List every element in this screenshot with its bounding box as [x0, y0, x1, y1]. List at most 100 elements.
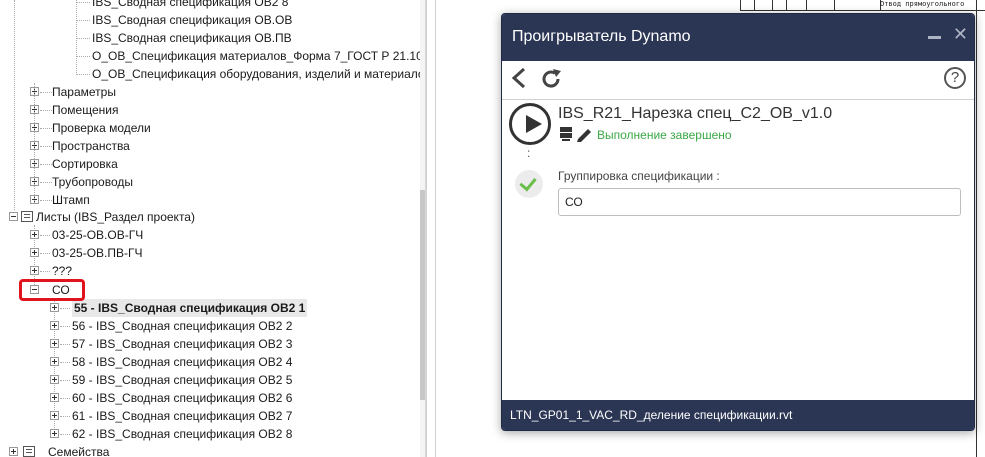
families-root[interactable]: Семейства [0, 443, 418, 457]
tree-guide-line [76, 0, 78, 75]
expand-icon[interactable] [50, 393, 59, 402]
model-file-name: LTN_GP01_1_VAC_RD_деление спецификации.r… [510, 408, 793, 422]
check-icon [515, 170, 543, 198]
expand-icon[interactable] [9, 447, 18, 456]
expand-icon[interactable] [50, 303, 59, 312]
player-title: Проигрыватель Dynamo [512, 28, 691, 45]
expand-icon[interactable] [30, 230, 39, 239]
player-header: Проигрыватель Dynamo ✕ [502, 14, 974, 61]
drawing-line [834, 0, 835, 10]
tree-item-label: 03-25-ОВ.ПВ-ГЧ [52, 246, 143, 260]
minimize-icon[interactable] [928, 36, 941, 39]
tree-item-label: 56 - IBS_Сводная спецификация ОВ2 2 [72, 319, 293, 333]
category-item[interactable]: Проверка модели [0, 119, 418, 137]
expand-icon[interactable] [30, 248, 39, 257]
back-arrow-icon[interactable] [510, 67, 528, 94]
tree-item-label: Семейства [48, 445, 110, 457]
refresh-icon[interactable] [539, 67, 563, 96]
tree-item-label: Пространства [52, 139, 130, 153]
schedule-item[interactable]: IBS_Сводная спецификация ОВ.ОВ [0, 11, 418, 29]
tree-item-label: Листы (IBS_Раздел проекта) [36, 210, 195, 224]
tree-item-label: 60 - IBS_Сводная спецификация ОВ2 6 [72, 391, 293, 405]
tree-item-label: Сортировка [52, 157, 118, 171]
tree-item-label: 58 - IBS_Сводная спецификация ОВ2 4 [72, 355, 293, 369]
drawing-line [806, 0, 807, 10]
tree-item-label: Трубопроводы [52, 175, 133, 189]
tree-item-label: 59 - IBS_Сводная спецификация ОВ2 5 [72, 373, 293, 387]
help-icon[interactable]: ? [944, 67, 966, 89]
project-browser-tree[interactable]: IBS_Сводная спецификация ОВ2 8 IBS_Сводна… [0, 0, 426, 457]
expand-icon[interactable] [50, 411, 59, 420]
sheets-icon [21, 211, 33, 222]
expand-icon[interactable] [50, 357, 59, 366]
player-toolbar: ? [502, 61, 974, 100]
server-icon [560, 127, 572, 141]
drawing-line [754, 0, 755, 10]
sheets-root[interactable]: Листы (IBS_Раздел проекта) [0, 208, 418, 226]
category-item[interactable]: Параметры [0, 83, 418, 101]
tree-item-label: О_ОВ_Спецификация материалов_Форма 7_ГОС… [92, 49, 426, 63]
sheets-icon [23, 446, 35, 457]
collapse-icon[interactable] [9, 212, 18, 221]
sheet-item[interactable]: 61 - IBS_Сводная спецификация ОВ2 7 [0, 407, 418, 425]
tree-item-label: 03-25-ОВ.ОВ-ГЧ [52, 228, 144, 242]
tree-item-label: Помещения [52, 103, 119, 117]
drawing-line [740, 0, 741, 10]
drawing-line [740, 10, 985, 11]
expand-icon[interactable] [50, 429, 59, 438]
grouping-label: Группировка спецификации : [558, 169, 720, 183]
tree-scrollbar-thumb[interactable] [420, 190, 425, 400]
sheet-item[interactable]: 60 - IBS_Сводная спецификация ОВ2 6 [0, 389, 418, 407]
tree-item-label: 57 - IBS_Сводная спецификация ОВ2 3 [72, 337, 293, 351]
sheet-item[interactable]: 56 - IBS_Сводная спецификация ОВ2 2 [0, 317, 418, 335]
sheet-item[interactable]: 57 - IBS_Сводная спецификация ОВ2 3 [0, 335, 418, 353]
tree-item-label: 61 - IBS_Сводная спецификация ОВ2 7 [72, 409, 293, 423]
status-icons [559, 126, 593, 147]
schedule-item[interactable]: О_ОВ_Спецификация оборудования, изделий … [0, 65, 425, 83]
expand-icon[interactable] [50, 321, 59, 330]
tree-item-label: IBS_Сводная спецификация ОВ2 8 [92, 0, 289, 9]
tree-item-label: ??? [52, 264, 73, 278]
category-item[interactable]: Сортировка [0, 155, 418, 173]
drawing-line [786, 0, 787, 10]
sheet-item[interactable]: 55 - IBS_Сводная спецификация ОВ2 1 [0, 299, 418, 317]
tree-item-label: Параметры [52, 85, 116, 99]
pencil-icon [577, 129, 591, 142]
sheet-item[interactable]: 62 - IBS_Сводная спецификация ОВ2 8 [0, 425, 418, 443]
sheet-group[interactable]: 03-25-ОВ.ПВ-ГЧ [0, 244, 418, 262]
run-script-button[interactable] [509, 103, 551, 145]
tree-item-label: Проверка модели [52, 121, 151, 135]
tree-item-label: IBS_Сводная спецификация ОВ.ОВ [92, 13, 293, 27]
drawing-line [772, 0, 773, 10]
category-item[interactable]: Штамп [0, 191, 418, 209]
grouping-input[interactable]: СО [558, 188, 961, 216]
close-icon[interactable]: ✕ [953, 24, 968, 44]
tree-item-label: Штамп [52, 193, 90, 207]
drawing-frame-line [976, 0, 977, 457]
tree-item-label: 62 - IBS_Сводная спецификация ОВ2 8 [72, 427, 293, 441]
co-group-highlight [19, 279, 85, 301]
run-status: Выполнение завершено [597, 128, 732, 142]
category-item[interactable]: Трубопроводы [0, 173, 418, 191]
schedule-item[interactable]: IBS_Сводная спецификация ОВ2 8 [0, 0, 418, 11]
tree-item-label: 55 - IBS_Сводная спецификация ОВ2 1 [72, 299, 308, 317]
expand-icon[interactable] [50, 339, 59, 348]
script-name: IBS_R21_Нарезка спец_C2_ОВ_v1.0 [558, 105, 833, 122]
expand-icon[interactable] [30, 266, 39, 275]
tree-item-label: О_ОВ_Спецификация оборудования, изделий … [92, 67, 426, 81]
schedule-item[interactable]: О_ОВ_Спецификация материалов_Форма 7_ГОС… [0, 47, 425, 65]
schedule-item[interactable]: IBS_Сводная спецификация ОВ.ПВ [0, 29, 418, 47]
expand-icon[interactable] [50, 375, 59, 384]
player-footer: LTN_GP01_1_VAC_RD_деление спецификации.r… [502, 400, 974, 430]
sheet-item[interactable]: 58 - IBS_Сводная спецификация ОВ2 4 [0, 353, 418, 371]
dynamo-player-window[interactable]: Проигрыватель Dynamo ✕ ? IBS_R21_Нарезка… [501, 13, 975, 431]
sheet-item[interactable]: 59 - IBS_Сводная спецификация ОВ2 5 [0, 371, 418, 389]
category-item[interactable]: Пространства [0, 137, 418, 155]
drawing-text: Отвод прямоугольного [880, 0, 965, 8]
tree-item-label: IBS_Сводная спецификация ОВ.ПВ [92, 31, 292, 45]
panel-divider[interactable] [426, 0, 436, 457]
category-item[interactable]: Помещения [0, 101, 418, 119]
sheet-group[interactable]: ??? [0, 262, 418, 280]
sheet-group[interactable]: 03-25-ОВ.ОВ-ГЧ [0, 226, 418, 244]
tree-guide-line [34, 83, 36, 203]
